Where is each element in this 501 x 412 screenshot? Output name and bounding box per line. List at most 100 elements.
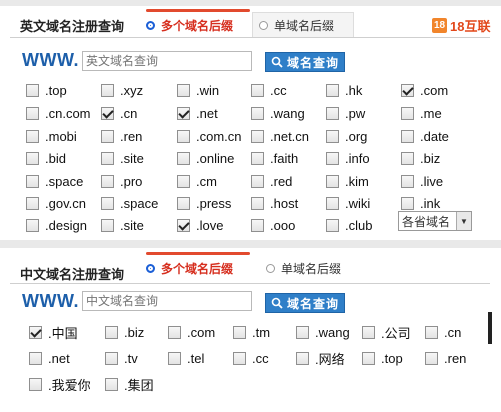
- checkbox[interactable]: [233, 351, 246, 365]
- checkbox[interactable]: [26, 196, 39, 210]
- checkbox[interactable]: [233, 325, 246, 339]
- chinese-suffix-option[interactable]: .net: [29, 349, 70, 367]
- english-suffix-option[interactable]: .space: [26, 172, 83, 190]
- english-suffix-option[interactable]: .design: [26, 216, 87, 234]
- checkbox[interactable]: [168, 351, 181, 365]
- checkbox[interactable]: [101, 106, 114, 120]
- checkbox[interactable]: [251, 218, 264, 232]
- checkbox[interactable]: [251, 129, 264, 143]
- checkbox[interactable]: [26, 151, 39, 165]
- checkbox[interactable]: [177, 83, 190, 97]
- checkbox[interactable]: [425, 351, 438, 365]
- tab-english-multi-suffix[interactable]: 多个域名后缀: [140, 13, 233, 37]
- english-suffix-option[interactable]: .ink: [401, 194, 440, 212]
- checkbox[interactable]: [177, 151, 190, 165]
- checkbox[interactable]: [425, 325, 438, 339]
- tab-english-single-suffix[interactable]: 单域名后缀: [252, 12, 354, 37]
- english-suffix-option[interactable]: .love: [177, 216, 223, 234]
- chinese-suffix-option[interactable]: .公司: [362, 323, 411, 341]
- chinese-suffix-option[interactable]: .中国: [29, 323, 78, 341]
- checkbox[interactable]: [296, 351, 309, 365]
- checkbox[interactable]: [101, 196, 114, 210]
- english-suffix-option[interactable]: .com: [401, 81, 448, 99]
- checkbox[interactable]: [326, 106, 339, 120]
- english-suffix-option[interactable]: .net: [177, 104, 218, 122]
- checkbox[interactable]: [177, 174, 190, 188]
- english-suffix-option[interactable]: .ooo: [251, 216, 295, 234]
- english-suffix-option[interactable]: .cn: [101, 104, 137, 122]
- checkbox[interactable]: [401, 106, 414, 120]
- checkbox[interactable]: [26, 106, 39, 120]
- chinese-domain-search-input[interactable]: [82, 291, 252, 311]
- site-logo[interactable]: 18 18互联: [432, 16, 490, 35]
- english-suffix-option[interactable]: .wiki: [326, 194, 370, 212]
- english-suffix-option[interactable]: .gov.cn: [26, 194, 86, 212]
- english-suffix-option[interactable]: .faith: [251, 149, 298, 167]
- checkbox[interactable]: [362, 325, 375, 339]
- chinese-suffix-option[interactable]: .cc: [233, 349, 269, 367]
- checkbox[interactable]: [326, 83, 339, 97]
- checkbox[interactable]: [177, 218, 190, 232]
- english-suffix-option[interactable]: .me: [401, 104, 442, 122]
- checkbox[interactable]: [251, 196, 264, 210]
- checkbox[interactable]: [101, 174, 114, 188]
- english-suffix-option[interactable]: .win: [177, 81, 219, 99]
- english-suffix-option[interactable]: .date: [401, 127, 449, 145]
- english-suffix-option[interactable]: .top: [26, 81, 67, 99]
- chinese-suffix-option[interactable]: .ren: [425, 349, 466, 367]
- checkbox[interactable]: [251, 83, 264, 97]
- checkbox[interactable]: [326, 151, 339, 165]
- chinese-suffix-option[interactable]: .wang: [296, 323, 350, 341]
- chinese-suffix-option[interactable]: .集团: [105, 375, 154, 393]
- english-suffix-option[interactable]: .online: [177, 149, 234, 167]
- english-suffix-option[interactable]: .wang: [251, 104, 305, 122]
- english-suffix-option[interactable]: .net.cn: [251, 127, 309, 145]
- checkbox[interactable]: [168, 325, 181, 339]
- english-suffix-option[interactable]: .live: [401, 172, 443, 190]
- english-suffix-option[interactable]: .org: [326, 127, 367, 145]
- english-suffix-option[interactable]: .cm: [177, 172, 217, 190]
- checkbox[interactable]: [29, 351, 42, 365]
- checkbox[interactable]: [101, 129, 114, 143]
- english-suffix-option[interactable]: .biz: [401, 149, 440, 167]
- checkbox[interactable]: [101, 83, 114, 97]
- chinese-suffix-option[interactable]: .biz: [105, 323, 144, 341]
- english-domain-search-button[interactable]: 域名查询: [265, 52, 345, 72]
- tab-chinese-single-suffix[interactable]: 单域名后缀: [260, 256, 341, 280]
- checkbox[interactable]: [296, 325, 309, 339]
- checkbox[interactable]: [177, 129, 190, 143]
- chinese-suffix-option[interactable]: .tv: [105, 349, 138, 367]
- checkbox[interactable]: [177, 196, 190, 210]
- checkbox[interactable]: [26, 83, 39, 97]
- english-suffix-option[interactable]: .info: [326, 149, 370, 167]
- chinese-suffix-option[interactable]: .tm: [233, 323, 270, 341]
- checkbox[interactable]: [401, 174, 414, 188]
- checkbox[interactable]: [326, 174, 339, 188]
- chinese-suffix-option[interactable]: .top: [362, 349, 403, 367]
- english-suffix-option[interactable]: .pro: [101, 172, 142, 190]
- checkbox[interactable]: [326, 196, 339, 210]
- tab-chinese-multi-suffix[interactable]: 多个域名后缀: [140, 256, 233, 280]
- english-suffix-option[interactable]: .pw: [326, 104, 365, 122]
- checkbox[interactable]: [401, 83, 414, 97]
- checkbox[interactable]: [29, 325, 42, 339]
- english-suffix-option[interactable]: .space: [101, 194, 158, 212]
- chinese-suffix-option[interactable]: .cn: [425, 323, 461, 341]
- checkbox[interactable]: [26, 218, 39, 232]
- english-suffix-option[interactable]: .host: [251, 194, 298, 212]
- english-suffix-option[interactable]: .cn.com: [26, 104, 91, 122]
- english-suffix-option[interactable]: .site: [101, 149, 144, 167]
- english-suffix-option[interactable]: .bid: [26, 149, 66, 167]
- english-suffix-option[interactable]: .cc: [251, 81, 287, 99]
- checkbox[interactable]: [105, 351, 118, 365]
- checkbox[interactable]: [26, 129, 39, 143]
- english-suffix-option[interactable]: .red: [251, 172, 292, 190]
- chinese-suffix-option[interactable]: .网络: [296, 349, 345, 367]
- checkbox[interactable]: [326, 218, 339, 232]
- chinese-domain-search-button[interactable]: 域名查询: [265, 293, 345, 313]
- checkbox[interactable]: [101, 218, 114, 232]
- checkbox[interactable]: [101, 151, 114, 165]
- english-suffix-option[interactable]: .hk: [326, 81, 362, 99]
- english-suffix-option[interactable]: .press: [177, 194, 231, 212]
- checkbox[interactable]: [105, 325, 118, 339]
